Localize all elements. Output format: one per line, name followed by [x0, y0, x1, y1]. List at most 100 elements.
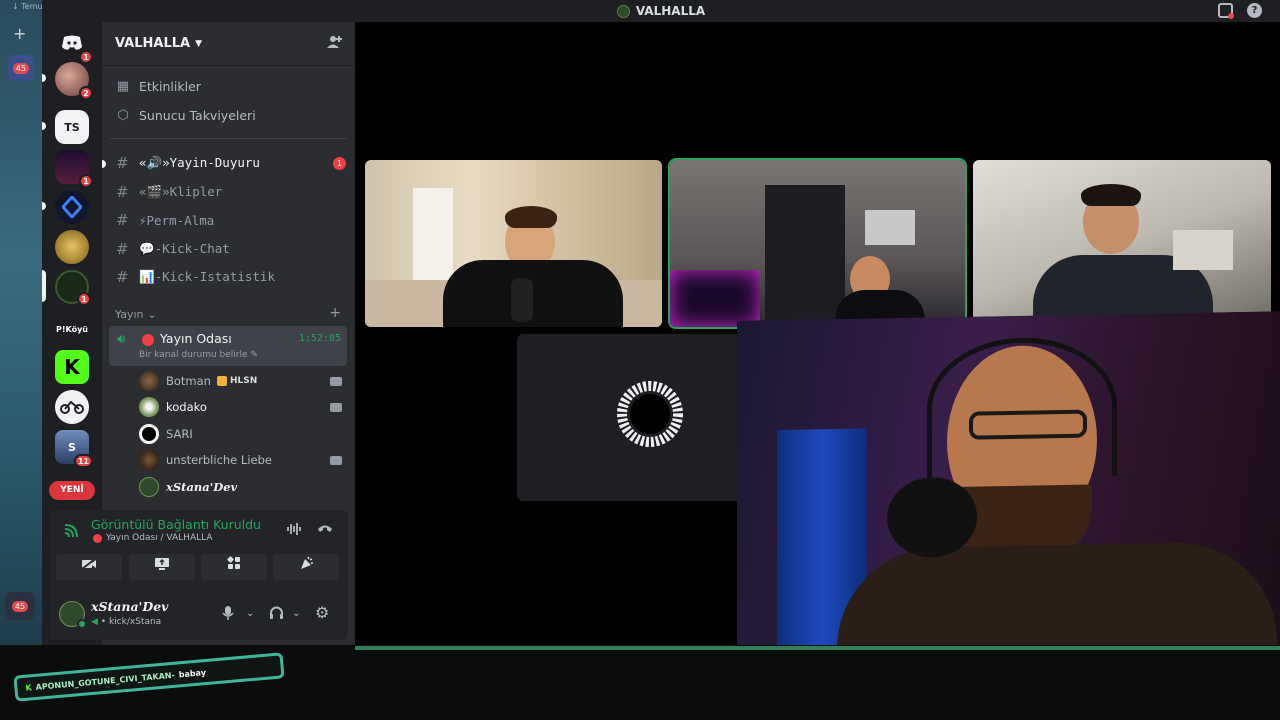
voice-user[interactable]: kodako: [139, 395, 342, 419]
video-tile-kodako[interactable]: [365, 160, 662, 327]
divider: [110, 138, 347, 139]
discord-home-icon[interactable]: 1: [55, 26, 93, 64]
server-name: VALHALLA: [115, 36, 191, 51]
stream-accent-line: [355, 646, 1280, 650]
live-dot: [142, 334, 154, 346]
screen-share-button[interactable]: [129, 554, 195, 580]
soundboard-button[interactable]: [273, 554, 339, 580]
kick-icon: K: [25, 682, 33, 693]
disconnect-icon[interactable]: [317, 522, 333, 537]
shelf: [1173, 230, 1233, 270]
server-bike[interactable]: [55, 390, 89, 424]
connection-subtitle[interactable]: Yayın Odası / VALHALLA: [93, 533, 213, 543]
video-tile-speaker[interactable]: [670, 160, 965, 327]
channel-status[interactable]: Bir kanal durumu belirle ✎: [139, 350, 258, 360]
wall-poster: [865, 210, 915, 245]
server-koy[interactable]: P!Köyü: [55, 312, 89, 346]
avatar-ring: [617, 381, 683, 447]
voice-elapsed: 1:52:05: [298, 333, 341, 344]
avatar: [139, 424, 159, 444]
channel-kick-chat[interactable]: # 💬-Kick-Chat: [116, 240, 346, 258]
boost-icon: ⬡: [117, 108, 129, 123]
hair: [505, 206, 557, 228]
avatar: [139, 477, 159, 497]
server-gold[interactable]: [55, 230, 89, 264]
hair: [1081, 184, 1141, 206]
invite-people-icon[interactable]: [327, 35, 342, 53]
channel-klipler[interactable]: # «🎬»Klipler: [116, 183, 346, 201]
speaker-icon: 🔊︎: [117, 332, 126, 347]
server-diamond[interactable]: [55, 190, 89, 224]
live-dot: [93, 533, 102, 543]
help-icon[interactable]: ?: [1247, 3, 1262, 18]
noise-suppression-icon[interactable]: [286, 522, 302, 540]
taskbar-app-icon-2[interactable]: 45: [5, 592, 35, 620]
chevron-down-icon[interactable]: ⌄: [246, 608, 254, 619]
hash-icon: #: [116, 240, 129, 258]
calendar-icon: ▦: [116, 79, 130, 94]
camera-off-button[interactable]: [56, 554, 122, 580]
speaker-icon: ◀︎: [91, 617, 98, 627]
voice-user[interactable]: Botman HLSN: [139, 369, 342, 393]
signal-icon[interactable]: [64, 524, 78, 542]
wardrobe: [765, 185, 845, 327]
headphones-icon[interactable]: [269, 606, 284, 624]
unread-pill: [42, 122, 46, 130]
camera-icon: [330, 402, 342, 412]
video-tile-sari[interactable]: [973, 160, 1271, 327]
inbox-icon[interactable]: [1218, 3, 1234, 19]
voice-channel-yayin-odasi[interactable]: 🔊︎ Yayın Odası 1:52:05 Bir kanal durumu …: [109, 326, 347, 366]
os-taskbar: ↓ Temu + 45: [0, 0, 43, 645]
voice-user[interactable]: xStana'Dev: [139, 475, 342, 499]
online-status-icon: [77, 619, 87, 629]
avatar: [139, 450, 159, 470]
server-icon: [616, 4, 630, 18]
add-channel-icon[interactable]: +: [329, 306, 341, 321]
taskbar-app-icon[interactable]: 45: [8, 55, 34, 81]
add-icon[interactable]: +: [13, 24, 26, 43]
kick-server-icon[interactable]: K: [55, 350, 89, 384]
voice-user[interactable]: unsterbliche Liebe: [139, 448, 342, 472]
channel-yayin-duyuru[interactable]: # «🔊»Yayin-Duyuru 1: [116, 154, 346, 172]
window-titlebar: VALHALLA ?: [42, 0, 1280, 22]
camera-icon: [330, 376, 342, 386]
hash-lock-icon: #: [116, 268, 129, 286]
microphone-icon[interactable]: [222, 606, 234, 625]
gear-icon[interactable]: ⚙: [315, 603, 329, 622]
channel-kick-istatistik[interactable]: # 📊-Kick-Istatistik: [116, 268, 346, 286]
new-unreads-button[interactable]: YENİ: [49, 481, 95, 500]
window-title: VALHALLA: [635, 4, 706, 18]
pc-case: [670, 270, 760, 327]
channel-perm-alma[interactable]: # ⚡Perm-Alma: [116, 211, 346, 229]
chevron-down-icon: ▼: [195, 38, 203, 49]
server-header[interactable]: VALHALLA ▼: [102, 22, 355, 66]
chevron-down-icon[interactable]: ⌄: [292, 608, 300, 619]
server-valhalla[interactable]: 1: [55, 270, 91, 306]
voice-connection-panel: Görüntülü Bağlantı Kuruldu Yayın Odası /…: [50, 510, 348, 590]
video-tile-avatar[interactable]: [517, 334, 753, 501]
chevron-down-icon: ⌄: [147, 308, 157, 321]
unread-pill: [42, 74, 46, 82]
events-link[interactable]: ▦ Etkinlikler: [116, 79, 201, 94]
unread-pill: [42, 202, 46, 210]
unread-indicator: [102, 160, 106, 168]
tag-icon: [216, 376, 227, 386]
server-ts[interactable]: TS: [55, 110, 89, 144]
guild-tag: HLSN: [216, 376, 257, 386]
voice-user[interactable]: SARI: [139, 422, 342, 446]
server-avatar[interactable]: 2: [55, 62, 93, 100]
connection-title[interactable]: Görüntülü Bağlantı Kuruldu: [91, 517, 261, 532]
activities-button[interactable]: [201, 554, 267, 580]
selected-pill: [42, 270, 46, 302]
avatar: [139, 371, 159, 391]
mention-badge: 1: [333, 156, 346, 170]
user-name[interactable]: xStana'Dev: [91, 599, 168, 614]
headset: [927, 336, 1117, 480]
boosts-link[interactable]: ⬡ Sunucu Takviyeleri: [116, 108, 255, 123]
user-panel: xStana'Dev ◀︎ • kick/xStana ⌄ ⌄ ⚙: [50, 590, 348, 640]
server-s[interactable]: S 11: [55, 430, 93, 468]
server-wave[interactable]: 1: [55, 150, 93, 188]
microphone: [511, 278, 533, 322]
category-yayin[interactable]: Yayın ⌄ +: [115, 306, 341, 321]
pencil-icon: ✎: [250, 350, 258, 360]
